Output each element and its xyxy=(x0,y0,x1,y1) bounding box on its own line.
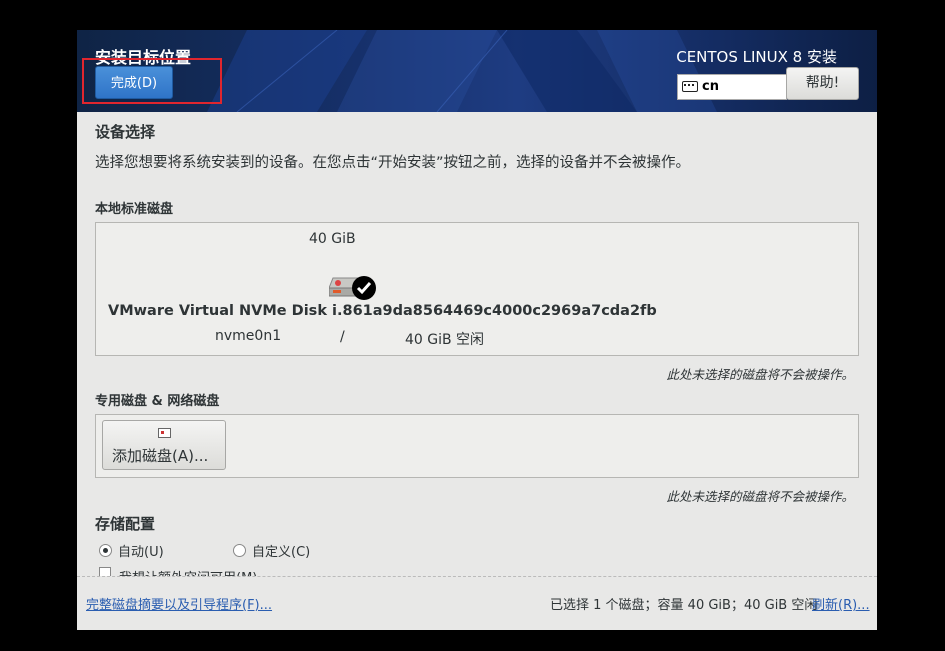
radio-automatic-label: 自动(U) xyxy=(118,545,164,560)
device-selection-description: 选择您想要将系统安装到的设备。在您点击“开始安装”按钮之前，选择的设备并不会被操… xyxy=(95,155,691,171)
add-disk-label: 添加磁盘(A)... xyxy=(112,447,209,465)
highlight-box xyxy=(82,58,222,104)
checkbox-icon xyxy=(99,567,111,576)
keyboard-icon xyxy=(682,81,698,92)
radio-custom-label: 自定义(C) xyxy=(252,545,311,560)
extra-space-checkbox[interactable]: 我想让额外空间可用(M) xyxy=(99,567,257,576)
disk-name: VMware Virtual NVMe Disk i.861a9da856446… xyxy=(108,303,657,319)
radio-selected-icon xyxy=(99,544,112,557)
header-bar: 安装目标位置 完成(D) CENTOS LINUX 8 安装 cn 帮助! xyxy=(77,30,877,112)
radio-automatic[interactable]: 自动(U) xyxy=(99,541,164,560)
radio-unselected-icon xyxy=(233,544,246,557)
specialized-disks-note: 此处未选择的磁盘将不会被操作。 xyxy=(666,489,854,504)
hard-disk-check-icon xyxy=(328,276,376,300)
full-disk-summary-link[interactable]: 完整磁盘摘要以及引导程序(F)... xyxy=(86,594,272,613)
help-button[interactable]: 帮助! xyxy=(786,67,859,100)
refresh-link[interactable]: 刷新(R)... xyxy=(812,594,870,613)
disk-free-space: 40 GiB 空闲 xyxy=(405,332,485,348)
disk-selected-icon[interactable] xyxy=(328,264,377,306)
product-title: CENTOS LINUX 8 安装 xyxy=(676,48,837,66)
specialized-disks-heading: 专用磁盘 & 网络磁盘 xyxy=(95,394,220,409)
disk-separator: / xyxy=(340,329,345,345)
selection-status: 已选择 1 个磁盘；容量 40 GiB；40 GiB 空闲 xyxy=(550,598,818,613)
device-selection-heading: 设备选择 xyxy=(95,123,156,141)
local-disks-note: 此处未选择的磁盘将不会被操作。 xyxy=(666,367,854,382)
keyboard-layout-label: cn xyxy=(702,79,719,94)
keyboard-layout-indicator[interactable]: cn xyxy=(677,74,787,100)
radio-custom[interactable]: 自定义(C) xyxy=(233,541,310,560)
installer-window: 安装目标位置 完成(D) CENTOS LINUX 8 安装 cn 帮助! 设备… xyxy=(77,30,877,630)
add-disk-button[interactable]: 添加磁盘(A)... xyxy=(102,420,226,470)
disk-size: 40 GiB xyxy=(309,231,356,247)
storage-config-heading: 存储配置 xyxy=(95,515,156,533)
local-disks-heading: 本地标准磁盘 xyxy=(95,202,174,217)
disk-add-icon xyxy=(158,428,171,438)
extra-space-label: 我想让额外空间可用(M) xyxy=(119,567,257,576)
scroll-divider xyxy=(77,576,877,577)
disk-device: nvme0n1 xyxy=(215,328,282,344)
